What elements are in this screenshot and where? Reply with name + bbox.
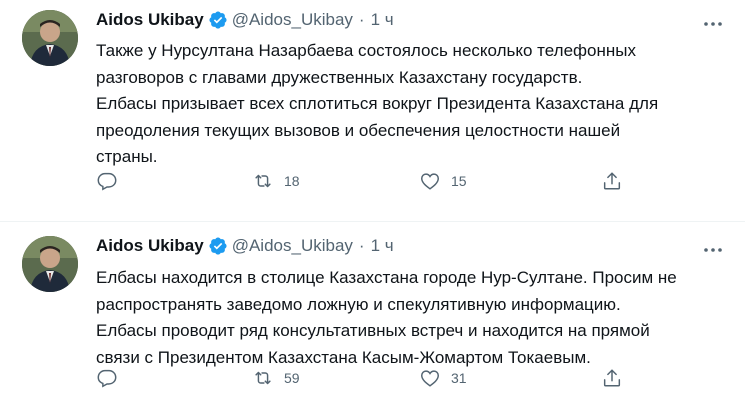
like-count: 31 xyxy=(451,370,467,386)
reply-icon xyxy=(97,369,117,388)
tweet-text-line: Также у Нурсултана Назарбаева состоялось… xyxy=(96,41,636,60)
author-name[interactable]: Aidos Ukibay xyxy=(96,10,204,30)
tweet[interactable]: Aidos Ukibay @Aidos_Ukibay · 1 ч Елбасы … xyxy=(0,222,745,412)
author-handle[interactable]: @Aidos_Ukibay xyxy=(232,236,353,256)
share-icon xyxy=(603,172,621,190)
like-button[interactable]: 31 xyxy=(419,367,467,389)
like-count: 15 xyxy=(451,173,467,189)
share-button[interactable] xyxy=(601,170,623,192)
more-options-icon[interactable] xyxy=(701,238,725,262)
reply-button[interactable] xyxy=(96,170,118,192)
separator-dot: · xyxy=(358,10,365,29)
separator-dot: · xyxy=(358,236,365,255)
retweet-icon xyxy=(255,174,271,188)
tweet-text-line: Елбасы проводит ряд консультативных встр… xyxy=(96,321,650,340)
avatar[interactable] xyxy=(22,236,78,292)
retweet-button[interactable]: 59 xyxy=(252,367,300,389)
reply-button[interactable] xyxy=(96,367,118,389)
tweet-text-line: Елбасы находится в столице Казахстана го… xyxy=(96,268,677,287)
tweet-text-line: разговоров с главами дружественных Казах… xyxy=(96,67,583,87)
reply-icon xyxy=(97,172,117,191)
tweet-text-line: распространять заведомо ложную и спекуля… xyxy=(96,294,621,314)
retweet-count: 59 xyxy=(284,370,300,386)
tweet-text: Елбасы находится в столице Казахстана го… xyxy=(96,265,721,371)
tweet-time[interactable]: 1 ч xyxy=(371,10,394,30)
verified-badge-icon xyxy=(209,237,227,255)
avatar[interactable] xyxy=(22,10,78,66)
retweet-count: 18 xyxy=(284,173,300,189)
tweet[interactable]: Aidos Ukibay @Aidos_Ukibay · 1 ч Также у… xyxy=(0,0,745,222)
share-button[interactable] xyxy=(601,367,623,389)
tweet-text-line: преодоления текущих вызовов и обеспечени… xyxy=(96,120,621,140)
tweet-text: Также у Нурсултана Назарбаева состоялось… xyxy=(96,38,721,171)
tweet-time[interactable]: 1 ч xyxy=(371,236,394,256)
verified-badge-icon xyxy=(209,11,227,29)
tweet-text-line: Елбасы призывает всех сплотиться вокруг … xyxy=(96,94,659,113)
tweet-header: Aidos Ukibay @Aidos_Ukibay · 1 ч xyxy=(96,236,394,256)
share-icon xyxy=(603,369,621,387)
more-options-icon[interactable] xyxy=(701,12,725,36)
retweet-icon xyxy=(255,371,271,385)
tweet-text-line: страны. xyxy=(96,147,158,166)
tweet-header: Aidos Ukibay @Aidos_Ukibay · 1 ч xyxy=(96,10,394,30)
retweet-button[interactable]: 18 xyxy=(252,170,300,192)
like-icon xyxy=(421,173,439,190)
author-handle[interactable]: @Aidos_Ukibay xyxy=(232,10,353,30)
like-button[interactable]: 15 xyxy=(419,170,467,192)
tweet-text-line: связи с Президентом Казахстана Касым-Жом… xyxy=(96,347,591,367)
author-name[interactable]: Aidos Ukibay xyxy=(96,236,204,256)
like-icon xyxy=(421,370,439,387)
